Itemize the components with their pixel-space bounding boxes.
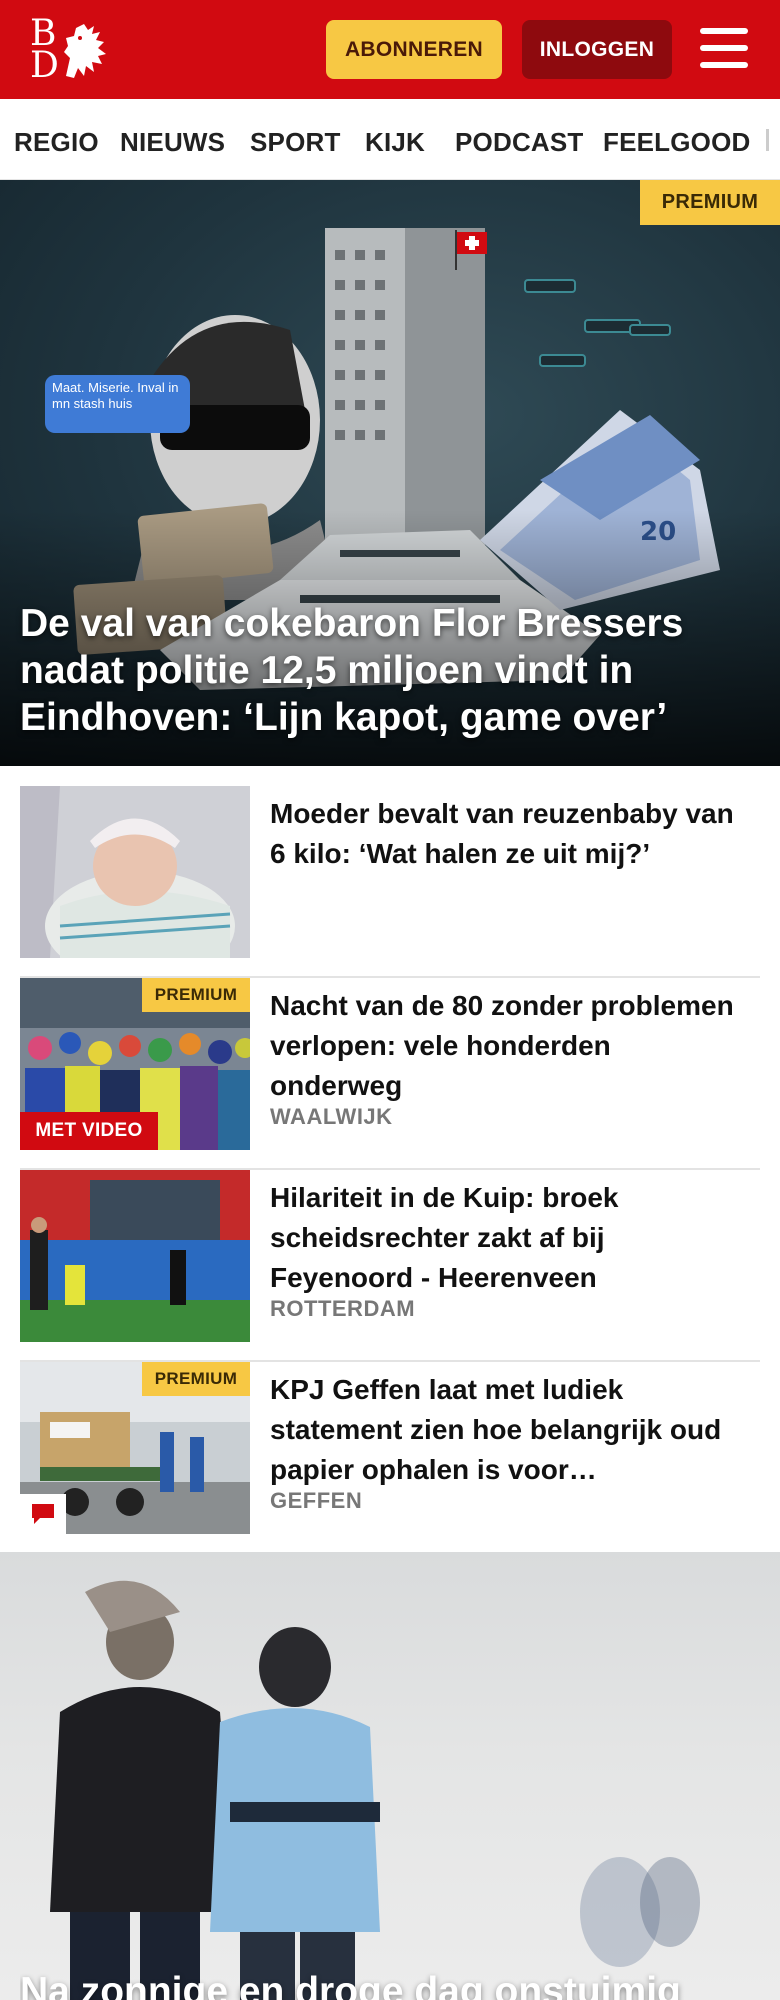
nav-item-sport[interactable]: SPORT xyxy=(250,127,341,158)
article-thumbnail[interactable] xyxy=(20,1170,250,1342)
article-title[interactable]: Hilariteit in de Kuip: broek scheidsrech… xyxy=(270,1178,750,1298)
nav-item-podcast[interactable]: PODCAST xyxy=(455,127,584,158)
article-thumbnail[interactable] xyxy=(20,786,250,958)
video-badge: MET VIDEO xyxy=(20,1112,158,1150)
stadium-photo xyxy=(20,1170,250,1342)
site-header: B D ABONNEREN INLOGGEN xyxy=(0,0,780,99)
hero-article[interactable]: 20 Maat. Miserie. Inval in mn stash huis… xyxy=(0,180,780,766)
article-item[interactable]: Hilariteit in de Kuip: broek scheidsrech… xyxy=(20,1170,760,1362)
nav-item-kijk[interactable]: KIJK xyxy=(365,127,425,158)
baby-photo xyxy=(20,786,250,958)
article-location: ROTTERDAM xyxy=(270,1296,416,1321)
article-item[interactable]: PREMIUM MET VIDEO Nacht van de 80 zonder… xyxy=(20,978,760,1170)
article-thumbnail[interactable]: PREMIUM MET VIDEO xyxy=(20,978,250,1150)
logo-letter-d: D xyxy=(30,45,59,86)
comment-bubble-icon xyxy=(32,1504,54,1524)
premium-badge: PREMIUM xyxy=(142,1362,250,1396)
article-location: GEFFEN xyxy=(270,1488,363,1513)
article-title[interactable]: Nacht van de 80 zonder problemen verlope… xyxy=(270,986,750,1106)
hero-chat-bubble-text: Maat. Miserie. Inval in mn stash huis xyxy=(52,380,179,411)
nav-item-nieuws[interactable]: NIEUWS xyxy=(120,127,225,158)
hero-title[interactable]: De val van cokebaron Flor Bressers nadat… xyxy=(20,600,760,741)
subscribe-button[interactable]: ABONNEREN xyxy=(326,20,502,79)
nav-item-feelgood[interactable]: FEELGOOD xyxy=(603,127,751,158)
article-item[interactable]: Moeder bevalt van reuzenbaby van 6 kilo:… xyxy=(20,786,760,978)
article-title[interactable]: Moeder bevalt van reuzenbaby van 6 kilo:… xyxy=(270,794,750,874)
login-button[interactable]: INLOGGEN xyxy=(522,20,672,79)
hamburger-menu-icon[interactable] xyxy=(700,28,752,70)
lion-logo-icon xyxy=(64,24,106,78)
article-item[interactable]: PREMIUM KPJ Geffen laat met ludiek state… xyxy=(20,1362,760,1554)
site-logo[interactable]: B D xyxy=(28,16,114,84)
weather-article-title[interactable]: Na zonnige en droge dag onstuimig xyxy=(20,1968,780,2000)
nav-overflow-hint xyxy=(766,129,769,151)
article-thumbnail[interactable]: PREMIUM xyxy=(20,1362,250,1534)
comment-icon[interactable] xyxy=(20,1494,66,1534)
article-location: WAALWIJK xyxy=(270,1104,393,1129)
premium-badge: PREMIUM xyxy=(640,180,780,225)
weather-article[interactable]: Na zonnige en droge dag onstuimig xyxy=(0,1552,780,2000)
weather-photo xyxy=(50,1580,700,2000)
main-nav: REGIO NIEUWS SPORT KIJK PODCAST FEELGOOD xyxy=(0,99,780,180)
nav-item-regio[interactable]: REGIO xyxy=(14,127,99,158)
premium-badge: PREMIUM xyxy=(142,978,250,1012)
article-title[interactable]: KPJ Geffen laat met ludiek statement zie… xyxy=(270,1370,750,1490)
